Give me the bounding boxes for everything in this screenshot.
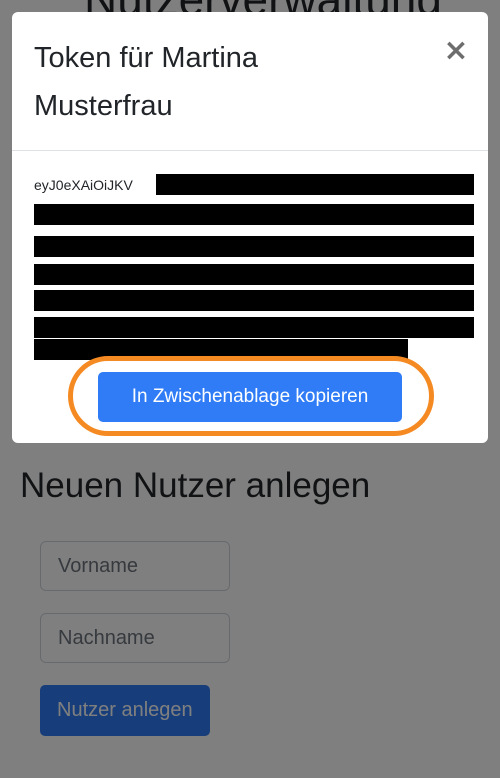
token-redaction-bar — [156, 174, 474, 195]
modal-header: Token für Martina Musterfrau × — [12, 12, 488, 151]
token-redaction-bar — [34, 236, 474, 257]
token-redaction-bar — [34, 290, 474, 311]
close-icon[interactable]: × — [442, 34, 470, 68]
token-modal: Token für Martina Musterfrau × eyJ0eXAiO… — [12, 12, 488, 443]
token-text: eyJ0eXAiOiJKV — [34, 177, 133, 193]
copy-to-clipboard-button[interactable]: In Zwischenablage kopieren — [98, 372, 402, 422]
token-redaction-bar — [34, 264, 474, 285]
token-redaction-bar — [34, 317, 474, 338]
token-redaction-bar — [34, 204, 474, 225]
modal-title: Token für Martina Musterfrau — [34, 42, 259, 122]
